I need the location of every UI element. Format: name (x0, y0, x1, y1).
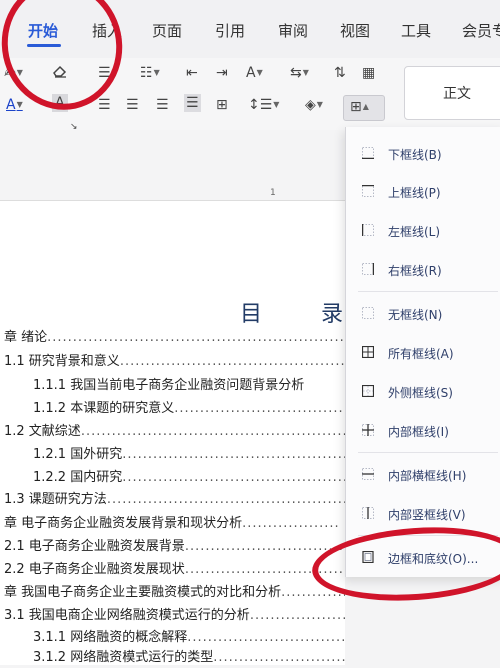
tab-insert[interactable]: 插入 (92, 20, 122, 41)
inside-vertical-border-icon (362, 507, 374, 519)
border-icon: ⊞▲ (350, 99, 369, 115)
menu-item-label: 内部竖框线(V) (388, 508, 466, 522)
menu-item-label: 左框线(L) (388, 225, 441, 239)
tab-references[interactable]: 引用 (215, 20, 245, 41)
align-center-icon[interactable]: ☰ (126, 96, 139, 114)
menu-item-label: 下框线(B) (388, 148, 442, 162)
menu-item-label: 所有框线(A) (388, 347, 454, 361)
highlight-icon[interactable]: A (52, 94, 68, 112)
font-color-icon[interactable]: A▼ (6, 96, 23, 114)
tab-view[interactable]: 视图 (340, 20, 370, 41)
menu-separator (358, 452, 498, 453)
tab-review[interactable]: 审阅 (278, 20, 308, 41)
distribute-icon[interactable]: ⊞ (216, 96, 228, 114)
menu-item-inside-borders[interactable]: 内部框线(I) (346, 414, 500, 448)
line-spacing-icon[interactable]: ↕☰▼ (248, 96, 279, 114)
menu-item-borders-and-shading[interactable]: 边框和底纹(O)... (346, 541, 500, 575)
menu-item-label: 右框线(R) (388, 264, 442, 278)
menu-item-all-borders[interactable]: 所有框线(A) (346, 336, 500, 370)
ruler (0, 130, 345, 201)
right-border-icon (362, 263, 374, 275)
tab-member[interactable]: 会员专 (462, 20, 500, 41)
menu-item-label: 内部框线(I) (388, 425, 449, 439)
bullet-list-icon[interactable]: ☰▼ (98, 64, 118, 82)
toc-entry[interactable]: 1.1.1 我国当前电子商务企业融资问题背景分析 (33, 376, 345, 396)
active-tab-indicator (27, 44, 61, 47)
left-border-icon (362, 224, 374, 236)
font-size-icon[interactable]: A▼ (246, 64, 263, 82)
sort-icon[interactable]: ⇆▼ (290, 64, 309, 82)
border-dropdown-menu: 下框线(B) 上框线(P) 左框线(L) 右框线(R) 无框线(N) 所有框线(… (345, 127, 500, 577)
inside-horizontal-border-icon (362, 468, 374, 480)
toc-entry[interactable]: 3.1.2 网络融资模式运行的类型.......................… (33, 648, 345, 668)
toc-entry[interactable]: 2.2 电子商务企业融资发展现状........................… (4, 560, 345, 580)
menu-item-right-border[interactable]: 右框线(R) (346, 253, 500, 287)
outdent-icon[interactable]: ⇤ (186, 64, 198, 82)
toc-entry[interactable]: 1.2 文献综述................................… (4, 422, 345, 442)
menu-item-outside-borders[interactable]: 外侧框线(S) (346, 375, 500, 409)
toc-entry[interactable]: 1.3 课题研究方法..............................… (4, 490, 345, 510)
no-border-icon (362, 307, 374, 319)
justify-icon[interactable]: ☰ (184, 94, 201, 112)
toc-entry[interactable]: 1.2.2 国内研究..............................… (33, 468, 345, 488)
menu-separator (358, 535, 498, 536)
align-right-icon[interactable]: ☰ (156, 96, 169, 114)
toc-entry[interactable]: 1.2.1 国外研究..............................… (33, 445, 345, 465)
menu-item-label: 外侧框线(S) (388, 386, 453, 400)
border-dropdown-button[interactable]: ⊞▲ (343, 95, 385, 121)
toc-entry[interactable]: 章 电子商务企业融资发展背景和现状分析................... (4, 514, 345, 534)
toc-entry[interactable]: 3.1 我国电商企业网络融资模式运行的分析...................… (4, 606, 345, 626)
menu-item-label: 内部横框线(H) (388, 469, 467, 483)
toc-entry[interactable]: 章 绪论....................................… (4, 328, 345, 348)
align-left-icon[interactable]: ☰ (98, 96, 111, 114)
ribbon-menubar: 开始 插入 页面 引用 审阅 视图 工具 会员专 (0, 0, 500, 59)
indent-icon[interactable]: ⇥ (216, 64, 228, 82)
menu-item-inside-horizontal-border[interactable]: 内部横框线(H) (346, 458, 500, 492)
shading-icon[interactable]: ◈▼ (305, 96, 323, 114)
toc-entry[interactable]: 章 我国电子商务企业主要融资模式的对比和分析..................… (4, 583, 345, 603)
ruler-marker: 1 (270, 188, 276, 198)
top-border-icon (362, 185, 374, 197)
menu-item-top-border[interactable]: 上框线(P) (346, 175, 500, 209)
tab-page[interactable]: 页面 (152, 20, 182, 41)
all-borders-icon (362, 346, 374, 358)
menu-item-no-border[interactable]: 无框线(N) (346, 297, 500, 331)
toc-entry[interactable]: 3.1.1 网络融资的概念解释.........................… (33, 628, 345, 648)
menu-item-inside-vertical-border[interactable]: 内部竖框线(V) (346, 497, 500, 531)
bottom-border-icon (362, 147, 374, 159)
text-direction-icon[interactable]: ⇅ (334, 64, 346, 82)
toc-entry[interactable]: 1.1 研究背景和意义.............................… (4, 352, 345, 372)
toc-entry[interactable]: 2.1 电子商务企业融资发展背景........................… (4, 537, 345, 557)
number-list-icon[interactable]: ☷▼ (140, 64, 160, 82)
format-painter-icon[interactable]: ✍▼ (4, 64, 23, 82)
tab-tools[interactable]: 工具 (401, 20, 431, 41)
menu-separator (358, 291, 498, 292)
table-icon[interactable]: ▦ (362, 64, 375, 82)
menu-item-label: 无框线(N) (388, 308, 443, 322)
menu-item-left-border[interactable]: 左框线(L) (346, 214, 500, 248)
toc-entry[interactable]: 1.1.2 本课题的研究意义..........................… (33, 399, 345, 419)
eraser-icon[interactable] (52, 64, 68, 83)
style-normal-label[interactable]: 正文 (443, 83, 471, 103)
inside-borders-icon (362, 424, 374, 436)
menu-item-label: 边框和底纹(O)... (388, 552, 479, 566)
outside-borders-icon (362, 385, 374, 397)
tab-start[interactable]: 开始 (28, 20, 58, 41)
menu-item-label: 上框线(P) (388, 186, 441, 200)
borders-and-shading-icon (362, 551, 374, 563)
menu-item-bottom-border[interactable]: 下框线(B) (346, 137, 500, 171)
